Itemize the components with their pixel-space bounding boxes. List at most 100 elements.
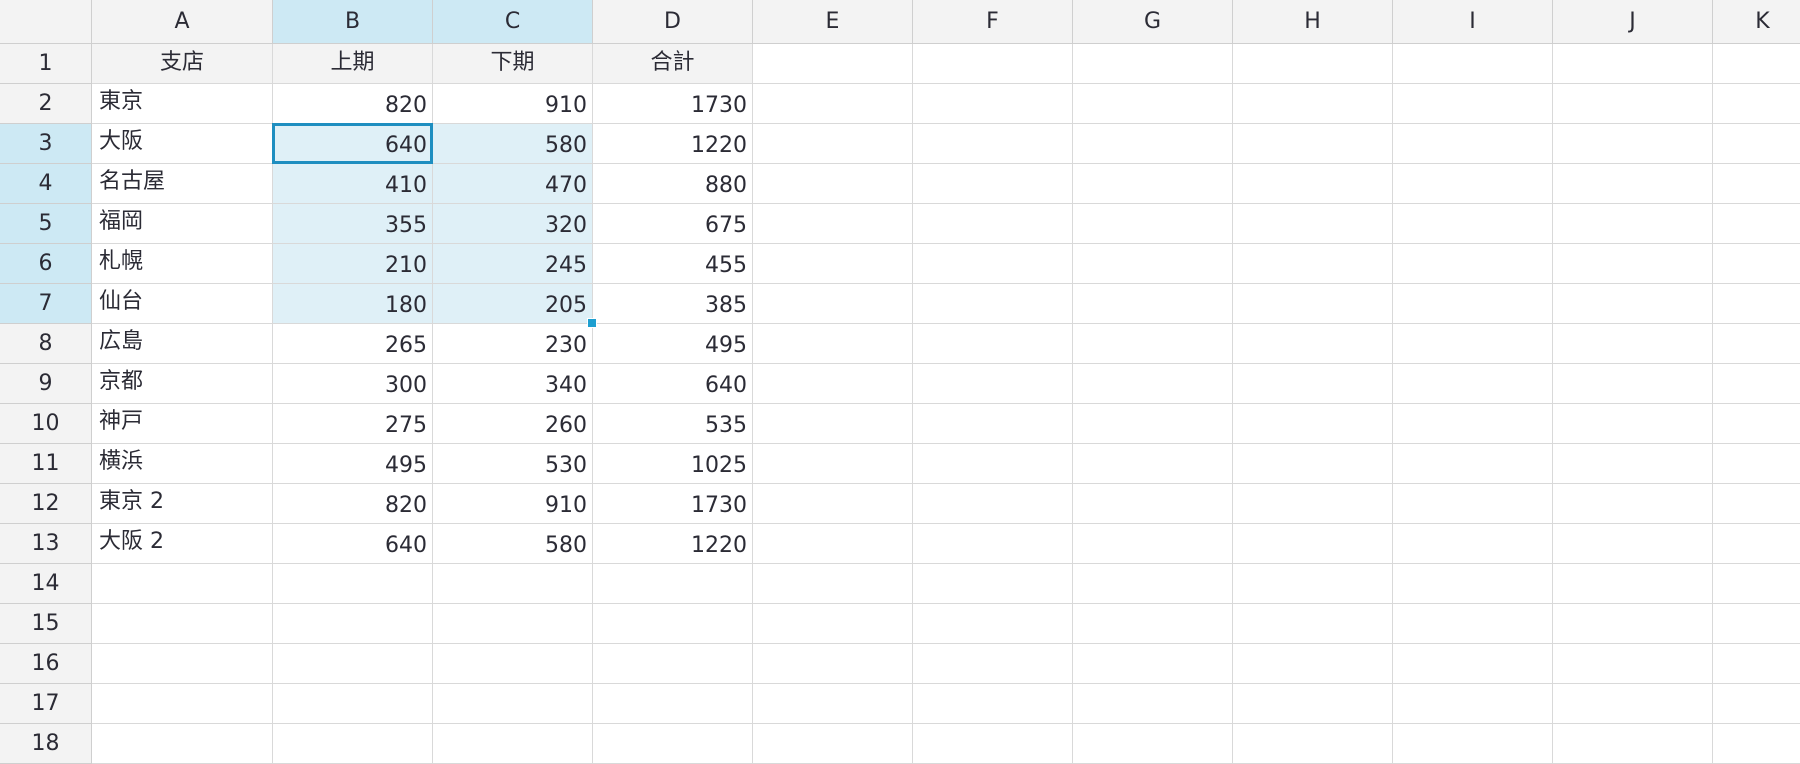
cell-c7[interactable]: 205 xyxy=(433,284,593,324)
spreadsheet-grid[interactable]: A B C D E F G H I J K 1 支店 上期 下期 合計 2 東京 820 910 1730 3 大阪 640 5… xyxy=(0,0,1800,764)
cell-j13[interactable] xyxy=(1553,524,1713,564)
row-header-15[interactable]: 15 xyxy=(0,604,92,644)
cell-f16[interactable] xyxy=(913,644,1073,684)
cell-a3[interactable]: 大阪 xyxy=(92,124,273,164)
cell-c14[interactable] xyxy=(433,564,593,604)
row-header-2[interactable]: 2 xyxy=(0,84,92,124)
column-header-a[interactable]: A xyxy=(92,0,273,44)
row-header-10[interactable]: 10 xyxy=(0,404,92,444)
cell-f6[interactable] xyxy=(913,244,1073,284)
cell-g3[interactable] xyxy=(1073,124,1233,164)
cell-i18[interactable] xyxy=(1393,724,1553,764)
cell-b11[interactable]: 495 xyxy=(273,444,433,484)
row-header-5[interactable]: 5 xyxy=(0,204,92,244)
cell-j17[interactable] xyxy=(1553,684,1713,724)
cell-h1[interactable] xyxy=(1233,44,1393,84)
cell-g10[interactable] xyxy=(1073,404,1233,444)
cell-g5[interactable] xyxy=(1073,204,1233,244)
cell-g8[interactable] xyxy=(1073,324,1233,364)
cell-a5[interactable]: 福岡 xyxy=(92,204,273,244)
cell-c10[interactable]: 260 xyxy=(433,404,593,444)
cell-a10[interactable]: 神戸 xyxy=(92,404,273,444)
cell-h5[interactable] xyxy=(1233,204,1393,244)
cell-k4[interactable] xyxy=(1713,164,1800,204)
cell-j12[interactable] xyxy=(1553,484,1713,524)
cell-d2[interactable]: 1730 xyxy=(593,84,753,124)
cell-e6[interactable] xyxy=(753,244,913,284)
cell-e7[interactable] xyxy=(753,284,913,324)
cell-d10[interactable]: 535 xyxy=(593,404,753,444)
cell-i17[interactable] xyxy=(1393,684,1553,724)
cell-e16[interactable] xyxy=(753,644,913,684)
cell-e1[interactable] xyxy=(753,44,913,84)
cell-j2[interactable] xyxy=(1553,84,1713,124)
cell-e17[interactable] xyxy=(753,684,913,724)
cell-i4[interactable] xyxy=(1393,164,1553,204)
cell-e9[interactable] xyxy=(753,364,913,404)
row-header-14[interactable]: 14 xyxy=(0,564,92,604)
cell-e11[interactable] xyxy=(753,444,913,484)
row-header-11[interactable]: 11 xyxy=(0,444,92,484)
cell-d12[interactable]: 1730 xyxy=(593,484,753,524)
cell-b14[interactable] xyxy=(273,564,433,604)
cell-k11[interactable] xyxy=(1713,444,1800,484)
cell-d18[interactable] xyxy=(593,724,753,764)
cell-f18[interactable] xyxy=(913,724,1073,764)
cell-h9[interactable] xyxy=(1233,364,1393,404)
cell-i10[interactable] xyxy=(1393,404,1553,444)
cell-j15[interactable] xyxy=(1553,604,1713,644)
cell-a11[interactable]: 横浜 xyxy=(92,444,273,484)
cell-j14[interactable] xyxy=(1553,564,1713,604)
cell-a2[interactable]: 東京 xyxy=(92,84,273,124)
cell-g6[interactable] xyxy=(1073,244,1233,284)
cell-c1[interactable]: 下期 xyxy=(433,44,593,84)
cell-g7[interactable] xyxy=(1073,284,1233,324)
cell-d17[interactable] xyxy=(593,684,753,724)
column-header-c[interactable]: C xyxy=(433,0,593,44)
cell-c2[interactable]: 910 xyxy=(433,84,593,124)
cell-h12[interactable] xyxy=(1233,484,1393,524)
cell-e13[interactable] xyxy=(753,524,913,564)
row-header-6[interactable]: 6 xyxy=(0,244,92,284)
select-all-corner[interactable] xyxy=(0,0,92,44)
cell-g2[interactable] xyxy=(1073,84,1233,124)
cell-i11[interactable] xyxy=(1393,444,1553,484)
cell-d3[interactable]: 1220 xyxy=(593,124,753,164)
cell-k5[interactable] xyxy=(1713,204,1800,244)
cell-g4[interactable] xyxy=(1073,164,1233,204)
cell-j11[interactable] xyxy=(1553,444,1713,484)
cell-b1[interactable]: 上期 xyxy=(273,44,433,84)
cell-j7[interactable] xyxy=(1553,284,1713,324)
cell-e12[interactable] xyxy=(753,484,913,524)
cell-a17[interactable] xyxy=(92,684,273,724)
cell-k2[interactable] xyxy=(1713,84,1800,124)
cell-e4[interactable] xyxy=(753,164,913,204)
cell-h15[interactable] xyxy=(1233,604,1393,644)
cell-b17[interactable] xyxy=(273,684,433,724)
cell-i12[interactable] xyxy=(1393,484,1553,524)
cell-i13[interactable] xyxy=(1393,524,1553,564)
cell-i16[interactable] xyxy=(1393,644,1553,684)
cell-f15[interactable] xyxy=(913,604,1073,644)
row-header-3[interactable]: 3 xyxy=(0,124,92,164)
cell-i8[interactable] xyxy=(1393,324,1553,364)
cell-k7[interactable] xyxy=(1713,284,1800,324)
column-header-j[interactable]: J xyxy=(1553,0,1713,44)
cell-g17[interactable] xyxy=(1073,684,1233,724)
column-header-k[interactable]: K xyxy=(1713,0,1800,44)
cell-k17[interactable] xyxy=(1713,684,1800,724)
cell-f4[interactable] xyxy=(913,164,1073,204)
cell-b7[interactable]: 180 xyxy=(273,284,433,324)
cell-i9[interactable] xyxy=(1393,364,1553,404)
cell-k9[interactable] xyxy=(1713,364,1800,404)
cell-k15[interactable] xyxy=(1713,604,1800,644)
cell-c8[interactable]: 230 xyxy=(433,324,593,364)
cell-b3[interactable]: 640 xyxy=(273,124,433,164)
cell-j5[interactable] xyxy=(1553,204,1713,244)
cell-c17[interactable] xyxy=(433,684,593,724)
cell-c5[interactable]: 320 xyxy=(433,204,593,244)
cell-f8[interactable] xyxy=(913,324,1073,364)
column-header-h[interactable]: H xyxy=(1233,0,1393,44)
cell-g11[interactable] xyxy=(1073,444,1233,484)
cell-f9[interactable] xyxy=(913,364,1073,404)
